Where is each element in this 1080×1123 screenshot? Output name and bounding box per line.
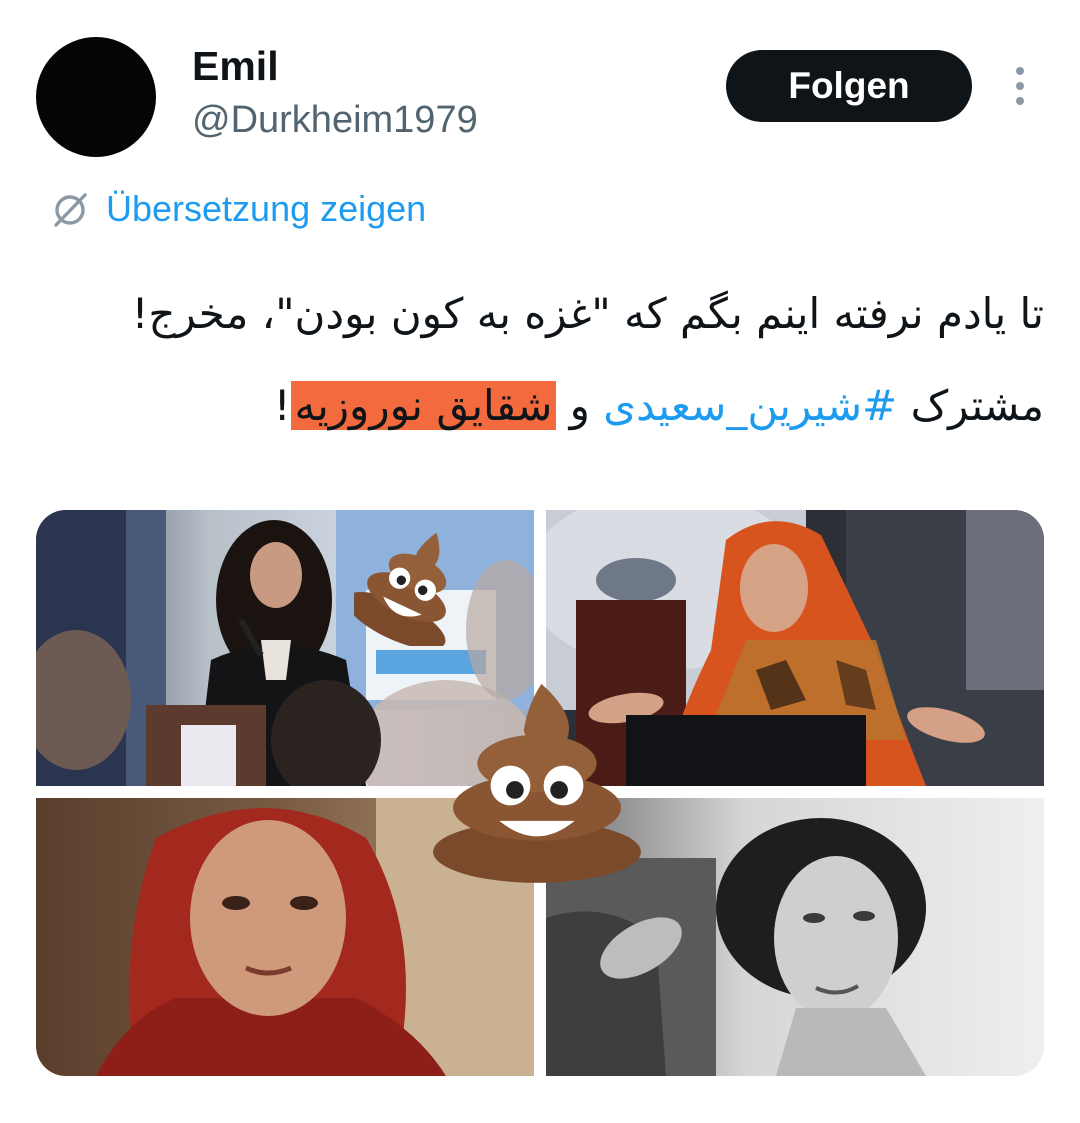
globe-slash-icon bbox=[54, 193, 87, 227]
tweet-line-1: تا یادم نرفته اینم بگم که "غزه به کون بو… bbox=[131, 289, 1044, 338]
tweet-text-connector: و bbox=[556, 381, 604, 430]
poop-emoji-icon bbox=[433, 683, 641, 883]
tweet-text-suffix: ! bbox=[273, 381, 291, 430]
author-handle[interactable]: @Durkheim1979 bbox=[192, 96, 478, 144]
tweet-text-prefix: مشترک bbox=[897, 381, 1044, 430]
avatar[interactable] bbox=[36, 37, 156, 157]
hashtag-link[interactable]: #شیرین_سعیدی bbox=[603, 381, 897, 430]
highlighted-text: شقایق نوروزیه bbox=[290, 381, 557, 430]
more-vertical-icon[interactable] bbox=[1000, 62, 1040, 110]
show-translation-link[interactable]: Übersetzung zeigen bbox=[48, 184, 426, 234]
show-translation-label: Übersetzung zeigen bbox=[106, 188, 427, 229]
tweet-card: Emil @Durkheim1979 Folgen Übersetzung ze… bbox=[0, 0, 1080, 1123]
tweet-line-2: مشترک #شیرین_سعیدی و شقایق نوروزیه! bbox=[40, 360, 1044, 452]
author-name[interactable]: Emil bbox=[192, 40, 279, 92]
media-grid bbox=[36, 510, 1044, 1076]
poop-emoji-icon bbox=[354, 532, 447, 646]
follow-button[interactable]: Folgen bbox=[726, 50, 972, 122]
tweet-text: تا یادم نرفته اینم بگم که "غزه به کون بو… bbox=[40, 268, 1044, 452]
